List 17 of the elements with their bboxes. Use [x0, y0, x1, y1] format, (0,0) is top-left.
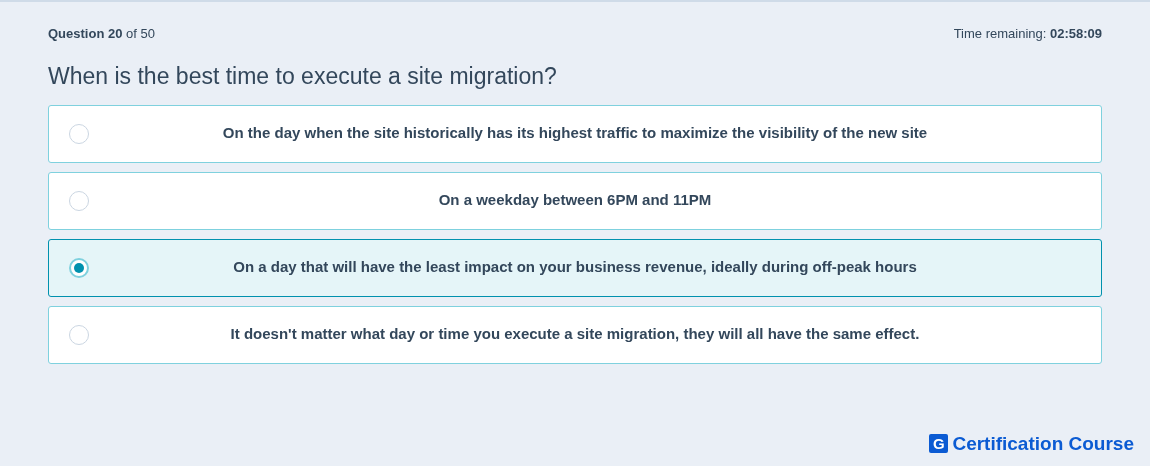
- answer-option[interactable]: On a day that will have the least impact on your business revenue, ideally during off-peak hours: [48, 238, 1102, 297]
- logo-mark: G: [929, 434, 949, 454]
- radio-button[interactable]: [69, 123, 89, 144]
- answer-option[interactable]: On a weekday between 6PM and 11PM: [48, 171, 1102, 230]
- radio-button[interactable]: [69, 324, 89, 345]
- brand-name: Certification Course: [952, 431, 1134, 456]
- time-remaining: Time remaining: 02:58:09: [953, 25, 1102, 43]
- option-label: On a weekday between 6PM and 11PM: [437, 190, 713, 211]
- answer-option[interactable]: On the day when the site historically has its highest traffic to maximize the visibility of the new site: [48, 104, 1102, 163]
- option-label: On the day when the site historically has its highest traffic to maximize the visibility of the new site: [221, 123, 929, 144]
- radio-button[interactable]: [69, 257, 89, 278]
- question-text: When is the best time to execute a site migration?: [48, 61, 558, 91]
- question-counter: Question 20 of 50: [48, 25, 155, 43]
- option-label: It doesn't matter what day or time you execute a site migration, they will all have the same effect.: [229, 324, 921, 345]
- answer-option[interactable]: It doesn't matter what day or time you execute a site migration, they will all have the same effect.: [48, 305, 1102, 364]
- option-label: On a day that will have the least impact on your business revenue, ideally during off-peak hours: [232, 257, 918, 278]
- radio-button[interactable]: [69, 190, 89, 211]
